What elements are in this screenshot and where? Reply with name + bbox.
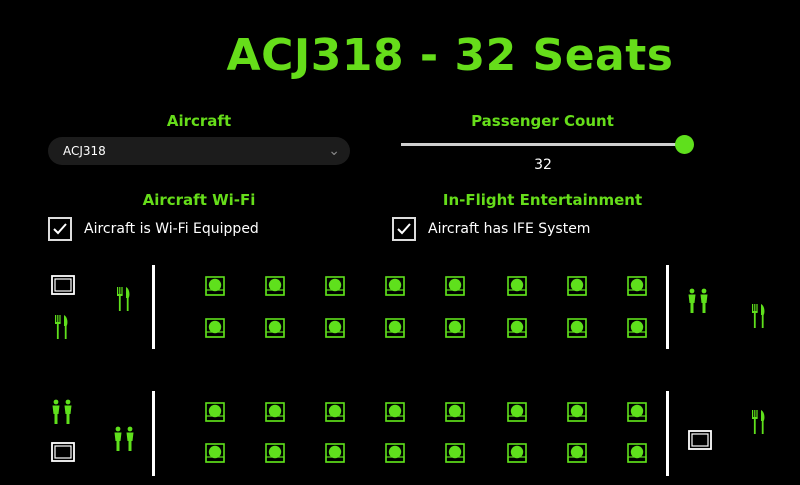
seat-icon[interactable] bbox=[205, 318, 225, 338]
seat-icon[interactable] bbox=[205, 443, 225, 463]
passenger-count-value: 32 bbox=[534, 157, 552, 173]
passenger-count-slider[interactable] bbox=[401, 135, 694, 154]
aircraft-select-value: ACJ318 bbox=[63, 144, 106, 158]
seat-icon[interactable] bbox=[205, 402, 225, 422]
aircraft-label: Aircraft bbox=[166, 112, 232, 130]
seat-icon[interactable] bbox=[627, 318, 647, 338]
wifi-label: Aircraft Wi-Fi bbox=[142, 191, 256, 209]
seat-icon[interactable] bbox=[325, 402, 345, 422]
seat-icon[interactable] bbox=[445, 318, 465, 338]
seat-icon[interactable] bbox=[567, 318, 587, 338]
restroom-icon bbox=[50, 399, 74, 429]
ife-label: In-Flight Entertainment bbox=[442, 191, 643, 209]
bulkhead-line bbox=[666, 265, 669, 349]
seat-icon[interactable] bbox=[445, 276, 465, 296]
seat-icon[interactable] bbox=[265, 443, 285, 463]
passenger-count-label: Passenger Count bbox=[471, 112, 614, 130]
utensils-icon bbox=[751, 409, 767, 439]
seat-icon[interactable] bbox=[567, 443, 587, 463]
seat-icon[interactable] bbox=[507, 402, 527, 422]
seat-icon[interactable] bbox=[445, 443, 465, 463]
slider-thumb[interactable] bbox=[675, 135, 694, 154]
seat-icon[interactable] bbox=[325, 443, 345, 463]
checkmark-icon bbox=[53, 223, 67, 235]
seat-icon[interactable] bbox=[567, 402, 587, 422]
seat-icon[interactable] bbox=[325, 318, 345, 338]
seat-icon[interactable] bbox=[385, 276, 405, 296]
seat-icon[interactable] bbox=[627, 276, 647, 296]
bulkhead-line bbox=[152, 391, 155, 476]
seat-icon[interactable] bbox=[385, 443, 405, 463]
seat-icon[interactable] bbox=[205, 276, 225, 296]
seat-icon[interactable] bbox=[385, 318, 405, 338]
seat-icon[interactable] bbox=[265, 276, 285, 296]
ife-checkbox[interactable]: Aircraft has IFE System bbox=[392, 217, 590, 241]
seat-icon[interactable] bbox=[325, 276, 345, 296]
page-title: ACJ318 - 32 Seats bbox=[226, 30, 674, 81]
chevron-down-icon: ⌄ bbox=[328, 143, 340, 159]
seat-icon[interactable] bbox=[265, 318, 285, 338]
ife-checkbox-box[interactable] bbox=[392, 217, 416, 241]
seat-icon[interactable] bbox=[567, 276, 587, 296]
checkmark-icon bbox=[397, 223, 411, 235]
bulkhead-line bbox=[152, 265, 155, 349]
galley-icon bbox=[51, 442, 75, 466]
ife-checkbox-label: Aircraft has IFE System bbox=[428, 221, 591, 237]
wifi-checkbox[interactable]: Aircraft is Wi-Fi Equipped bbox=[48, 217, 259, 241]
bulkhead-line bbox=[666, 391, 669, 476]
wifi-checkbox-label: Aircraft is Wi-Fi Equipped bbox=[84, 221, 259, 237]
galley-icon bbox=[51, 275, 75, 299]
seat-icon[interactable] bbox=[385, 402, 405, 422]
restroom-icon bbox=[112, 426, 136, 456]
slider-fill bbox=[401, 143, 684, 146]
galley-icon bbox=[688, 430, 712, 454]
seat-icon[interactable] bbox=[265, 402, 285, 422]
utensils-icon bbox=[751, 303, 767, 333]
restroom-icon bbox=[686, 288, 710, 318]
wifi-checkbox-box[interactable] bbox=[48, 217, 72, 241]
seat-icon[interactable] bbox=[507, 318, 527, 338]
aircraft-select[interactable]: ACJ318 ⌄ bbox=[48, 137, 350, 165]
seat-icon[interactable] bbox=[507, 276, 527, 296]
utensils-icon bbox=[116, 286, 132, 316]
seat-icon[interactable] bbox=[445, 402, 465, 422]
seat-icon[interactable] bbox=[627, 402, 647, 422]
utensils-icon bbox=[54, 314, 70, 344]
seat-icon[interactable] bbox=[627, 443, 647, 463]
seat-icon[interactable] bbox=[507, 443, 527, 463]
